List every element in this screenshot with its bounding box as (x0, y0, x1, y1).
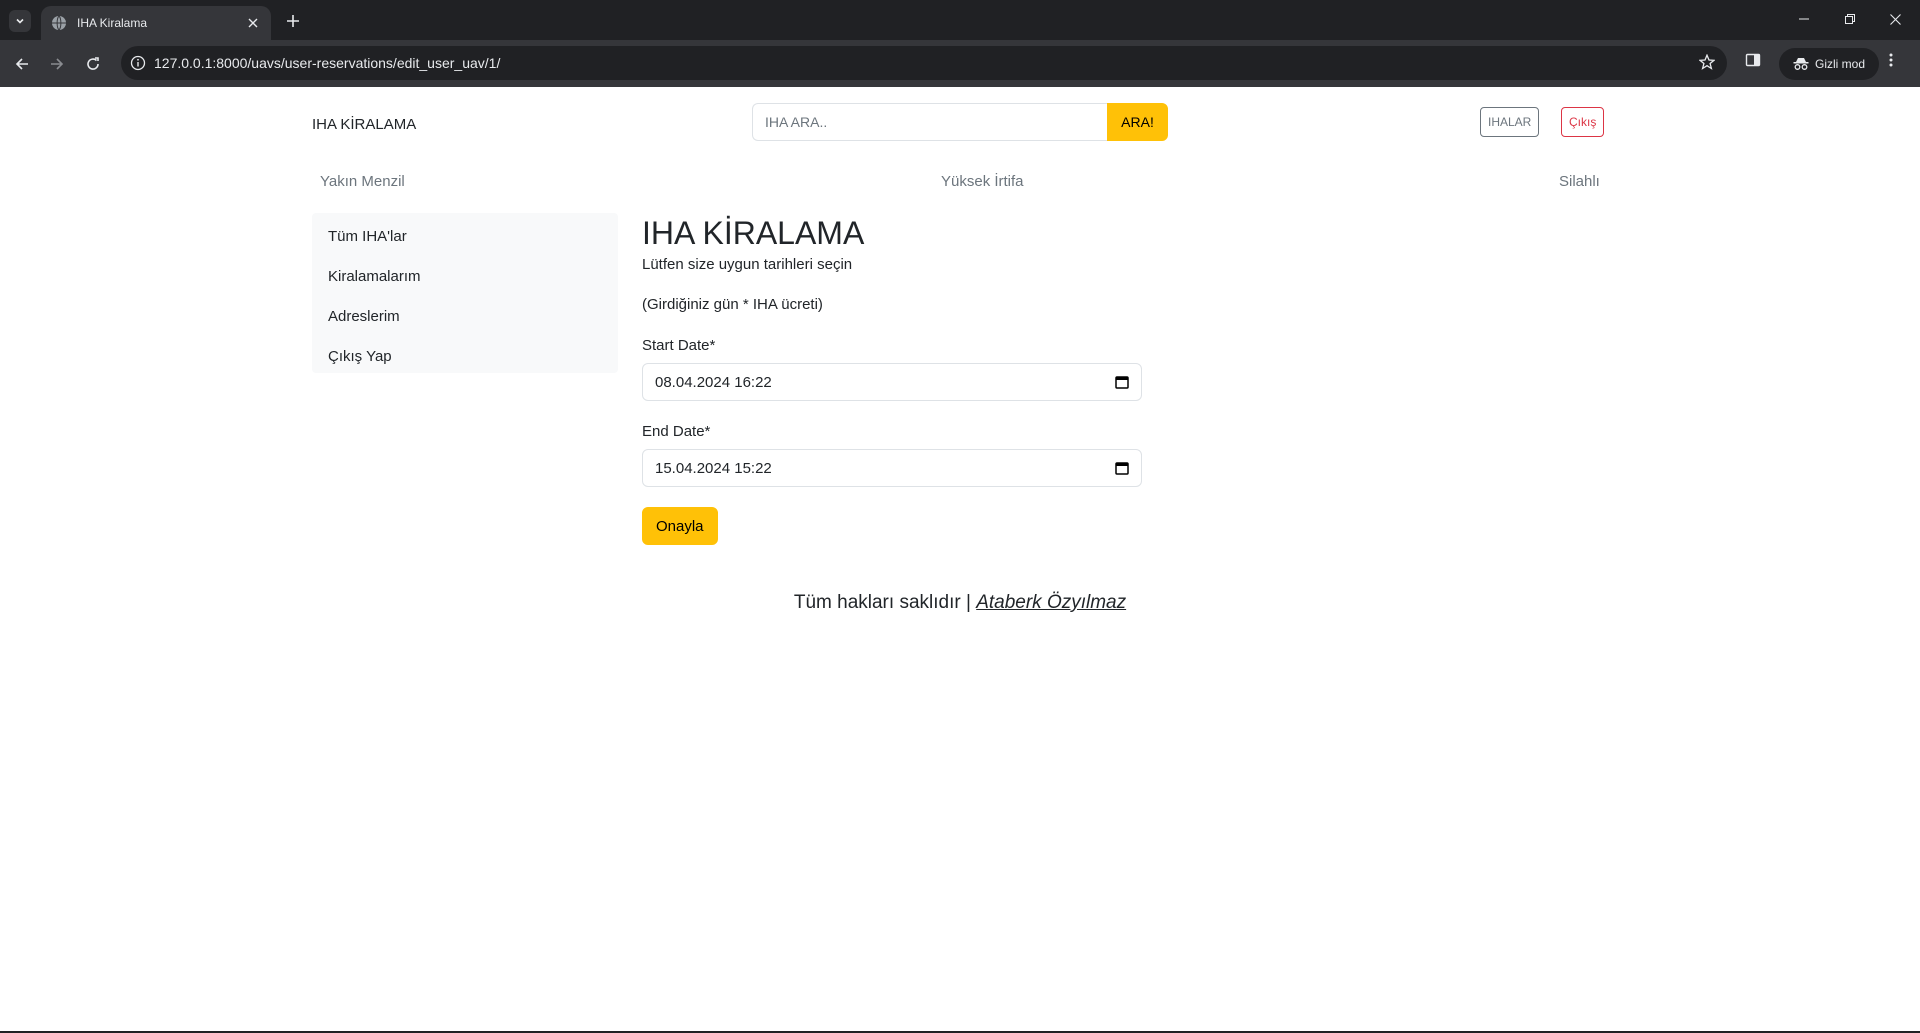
tab-close-icon[interactable] (245, 15, 261, 31)
close-icon (1889, 13, 1901, 25)
side-panel-icon[interactable] (1745, 52, 1761, 73)
search-input[interactable] (752, 103, 1107, 141)
end-date-label: End Date* (642, 423, 711, 440)
back-button[interactable] (10, 52, 34, 76)
logout-button[interactable]: Çıkış (1561, 107, 1605, 137)
start-date-value: 08.04.2024 16:22 (655, 373, 772, 391)
globe-icon (52, 15, 66, 31)
address-bar[interactable]: 127.0.0.1:8000/uavs/user-reservations/ed… (121, 46, 1727, 80)
arrow-right-icon (51, 58, 64, 70)
chevron-down-icon (16, 18, 24, 24)
new-tab-button[interactable] (282, 10, 304, 32)
reservation-form: IHA KİRALAMA Lütfen size uygun tarihleri… (642, 213, 1142, 545)
price-note: (Girdiğiniz gün * IHA ücreti) (642, 296, 823, 313)
sidebar-item-logout[interactable]: Çıkış Yap (312, 337, 618, 377)
brand-link[interactable]: IHA KİRALAMA (312, 116, 416, 133)
incognito-icon (1793, 58, 1809, 70)
calendar-icon[interactable] (1115, 461, 1129, 475)
confirm-button[interactable]: Onayla (642, 507, 718, 545)
category-link-high-altitude[interactable]: Yüksek İrtifa (941, 173, 1024, 190)
arrow-left-icon (15, 58, 28, 70)
reload-button[interactable] (81, 52, 105, 76)
tab-title: IHA Kiralama (77, 16, 148, 30)
search-form: ARA! (752, 103, 1168, 141)
restore-button[interactable] (1837, 8, 1863, 30)
incognito-badge[interactable]: Gizli mod (1779, 48, 1880, 80)
footer-author-link[interactable]: Ataberk Özyılmaz (976, 592, 1126, 613)
info-icon (130, 55, 146, 71)
browser-menu-icon[interactable] (1888, 52, 1894, 73)
form-subtitle: Lütfen size uygun tarihleri seçin (642, 256, 853, 273)
close-window-button[interactable] (1882, 8, 1908, 30)
footer: Tüm hakları saklıdır | Ataberk Özyılmaz (0, 592, 1920, 614)
page-title: IHA KİRALAMA (642, 215, 865, 251)
minimize-button[interactable] (1791, 8, 1817, 30)
sidebar-item-my-rentals[interactable]: Kiralamalarım (312, 257, 618, 297)
forward-button[interactable] (45, 52, 69, 76)
sidebar-menu: Tüm IHA'lar Kiralamalarım Adreslerim Çık… (312, 213, 618, 373)
sidebar-item-my-addresses[interactable]: Adreslerim (312, 297, 618, 337)
end-date-value: 15.04.2024 15:22 (655, 459, 772, 477)
start-date-input[interactable]: 08.04.2024 16:22 (642, 363, 1142, 401)
start-date-label: Start Date* (642, 337, 716, 354)
restore-icon (1845, 14, 1855, 24)
search-button[interactable]: ARA! (1107, 103, 1168, 141)
page-viewport: IHA KİRALAMA ARA! IHALAR Çıkış Yakın Men… (0, 87, 1920, 1033)
footer-text: Tüm hakları saklıdır | (793, 592, 971, 613)
sidebar-item-all-uavs[interactable]: Tüm IHA'lar (312, 217, 618, 257)
tab-search-button[interactable] (9, 10, 31, 32)
reload-icon (87, 57, 99, 70)
category-link-short-range[interactable]: Yakın Menzil (320, 173, 405, 190)
minimize-icon (1799, 18, 1809, 20)
end-date-input[interactable]: 15.04.2024 15:22 (642, 449, 1142, 487)
url-text: 127.0.0.1:8000/uavs/user-reservations/ed… (154, 55, 501, 71)
bookmark-star-icon[interactable] (1698, 53, 1716, 75)
calendar-icon[interactable] (1115, 375, 1129, 389)
ihalar-button[interactable]: IHALAR (1480, 107, 1540, 137)
browser-tabbar: IHA Kiralama (0, 0, 1920, 40)
plus-icon (287, 15, 299, 27)
browser-tab-active[interactable]: IHA Kiralama (41, 6, 271, 40)
incognito-label: Gizli mod (1815, 57, 1866, 71)
category-link-armed[interactable]: Silahlı (1559, 173, 1600, 190)
browser-toolbar: 127.0.0.1:8000/uavs/user-reservations/ed… (0, 40, 1920, 87)
